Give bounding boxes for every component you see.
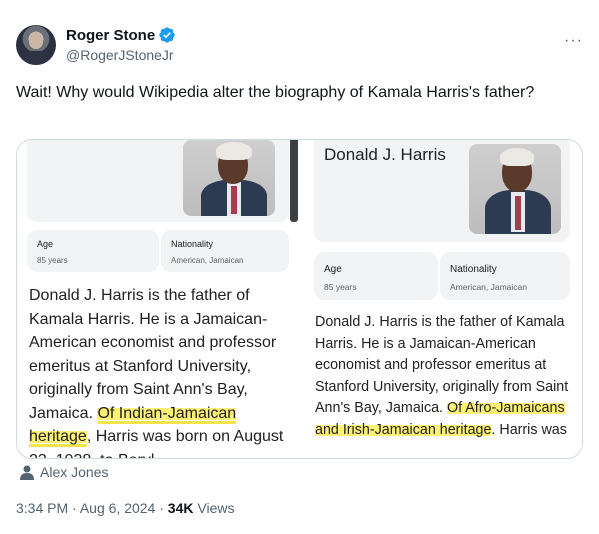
- nationality-label: Nationality: [171, 239, 214, 249]
- meta-separator: ·: [72, 500, 77, 516]
- age-value: 85 years: [324, 282, 357, 292]
- image-divider: [290, 140, 298, 222]
- person-photo: [469, 144, 561, 234]
- tweet-meta: 3:34 PM · Aug 6, 2024 · 34K Views: [16, 500, 234, 516]
- meta-separator: ·: [159, 500, 164, 516]
- author-name-row: Roger Stone: [66, 26, 176, 44]
- author-avatar[interactable]: [16, 25, 56, 65]
- nationality-chip: Nationality American, Jamaican: [161, 230, 289, 272]
- tweet-header: Roger Stone @RogerJStoneJr ···: [16, 24, 583, 70]
- author-handle[interactable]: @RogerJStoneJr: [66, 47, 174, 63]
- person-photo: [183, 140, 275, 216]
- age-value: 85 years: [37, 256, 68, 265]
- nationality-label: Nationality: [450, 264, 497, 275]
- biography-text: Donald J. Harris is the father of Kamala…: [315, 312, 577, 442]
- age-label: Age: [324, 264, 342, 275]
- media-image-right[interactable]: Donald J. Harris Age 85 years Nationalit…: [307, 140, 582, 458]
- panel-title: Donald J. Harris: [324, 145, 446, 164]
- verified-badge-icon: [159, 27, 175, 43]
- nationality-value: American, Jamaican: [450, 282, 528, 292]
- bio-text-after: . Harris was: [491, 421, 567, 438]
- age-chip: Age 85 years: [27, 230, 159, 272]
- author-display-name[interactable]: Roger Stone: [66, 27, 155, 44]
- biography-text: Donald J. Harris is the father of Kamala…: [29, 284, 291, 458]
- tagged-user-name[interactable]: Alex Jones: [40, 464, 108, 480]
- tweet-date[interactable]: Aug 6, 2024: [80, 500, 156, 516]
- nationality-chip: Nationality American, Jamaican: [440, 252, 570, 300]
- more-options-icon[interactable]: ···: [564, 32, 583, 50]
- bio-text-before: Donald J. Harris is the father of Kamala…: [29, 287, 277, 422]
- views-label: Views: [197, 500, 235, 516]
- views-count[interactable]: 34K: [168, 500, 194, 516]
- tweet-time[interactable]: 3:34 PM: [16, 500, 68, 516]
- tweet-media[interactable]: Age 85 years Nationality American, Jamai…: [16, 139, 583, 459]
- tagged-user[interactable]: Alex Jones: [20, 464, 108, 480]
- nationality-value: American, Jamaican: [171, 256, 244, 265]
- age-label: Age: [37, 239, 54, 249]
- media-image-left[interactable]: Age 85 years Nationality American, Jamai…: [17, 140, 307, 458]
- person-icon: [20, 465, 34, 480]
- tweet-text: Wait! Why would Wikipedia alter the biog…: [16, 84, 535, 101]
- age-chip: Age 85 years: [314, 252, 438, 300]
